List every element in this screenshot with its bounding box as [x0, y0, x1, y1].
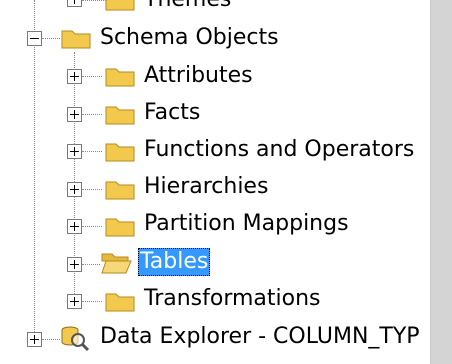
tree-guide-line — [34, 0, 35, 340]
collapse-toggle[interactable] — [27, 31, 42, 46]
tree-connector — [42, 38, 60, 39]
tree-node-label: Tables — [138, 248, 211, 276]
folder-icon — [105, 143, 135, 162]
tree-node-label: Transformations — [144, 286, 321, 311]
tree-connector — [82, 76, 102, 77]
expand-toggle[interactable] — [67, 219, 82, 234]
tree-connector — [82, 114, 102, 115]
folder-icon — [105, 218, 135, 237]
folder-icon — [105, 181, 135, 200]
project-tree: Themes Schema Objects Attributes Facts — [0, 0, 430, 364]
expand-toggle[interactable] — [67, 182, 82, 197]
expand-toggle[interactable] — [67, 107, 82, 122]
expand-toggle[interactable] — [67, 69, 82, 84]
expand-toggle[interactable] — [27, 332, 42, 347]
folder-icon — [105, 68, 135, 87]
open-folder-icon — [101, 253, 132, 274]
tree-node-label: Hierarchies — [144, 174, 269, 199]
tree-connector — [82, 189, 102, 190]
vertical-scrollbar[interactable] — [430, 0, 452, 364]
tree-node-label: Data Explorer - COLUMN_TYP — [100, 324, 420, 349]
tree-connector — [82, 226, 102, 227]
folder-icon — [61, 30, 91, 49]
tree-node-label: Themes — [142, 0, 233, 14]
tree-connector — [82, 264, 100, 265]
data-explorer-icon — [61, 326, 90, 352]
expand-toggle[interactable] — [67, 0, 82, 7]
tree-connector — [82, 0, 106, 1]
tree-node-label: Schema Objects — [100, 25, 279, 50]
tree-node-label: Partition Mappings — [144, 211, 349, 236]
expand-toggle[interactable] — [67, 144, 82, 159]
tree-node-label: Attributes — [144, 63, 253, 88]
folder-icon — [105, 293, 135, 312]
tree-node-label: Facts — [144, 100, 201, 125]
expand-toggle[interactable] — [67, 294, 82, 309]
tree-connector — [82, 151, 102, 152]
folder-icon — [105, 106, 135, 125]
tree-node-label: Functions and Operators — [144, 137, 415, 162]
expand-toggle[interactable] — [67, 257, 82, 272]
folder-icon — [105, 0, 135, 11]
tree-connector — [82, 301, 102, 302]
